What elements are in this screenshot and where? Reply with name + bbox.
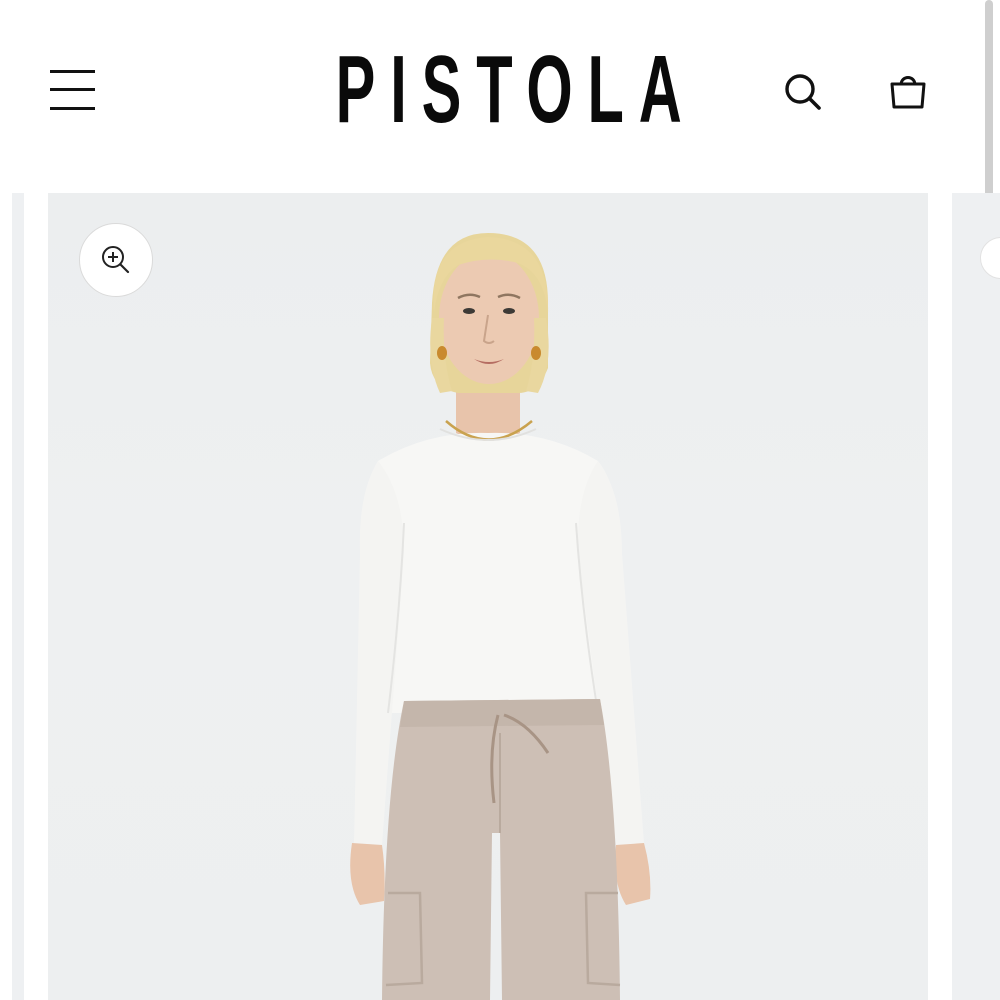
product-gallery	[0, 193, 1000, 1000]
previous-slide-peek[interactable]	[12, 193, 24, 1000]
brand-logo-text: PISTOLA	[335, 36, 697, 143]
product-image[interactable]	[48, 193, 928, 1000]
zoom-in-icon	[102, 246, 130, 274]
product-page: PISTOLA	[0, 0, 1000, 1000]
search-button[interactable]	[778, 66, 828, 116]
next-slide-peek[interactable]	[952, 193, 1000, 1000]
zoom-button[interactable]	[79, 223, 153, 297]
site-header: PISTOLA	[0, 0, 1000, 185]
shopping-bag-icon	[890, 76, 926, 109]
menu-line	[50, 70, 95, 73]
cart-button[interactable]	[882, 66, 934, 118]
model-photo	[350, 233, 651, 1000]
search-icon	[785, 74, 821, 110]
menu-line	[50, 88, 95, 91]
next-slide-zoom-button[interactable]	[980, 237, 1000, 279]
brand-logo[interactable]: PISTOLA	[298, 30, 710, 150]
menu-button[interactable]	[46, 64, 100, 116]
menu-line	[50, 107, 95, 110]
